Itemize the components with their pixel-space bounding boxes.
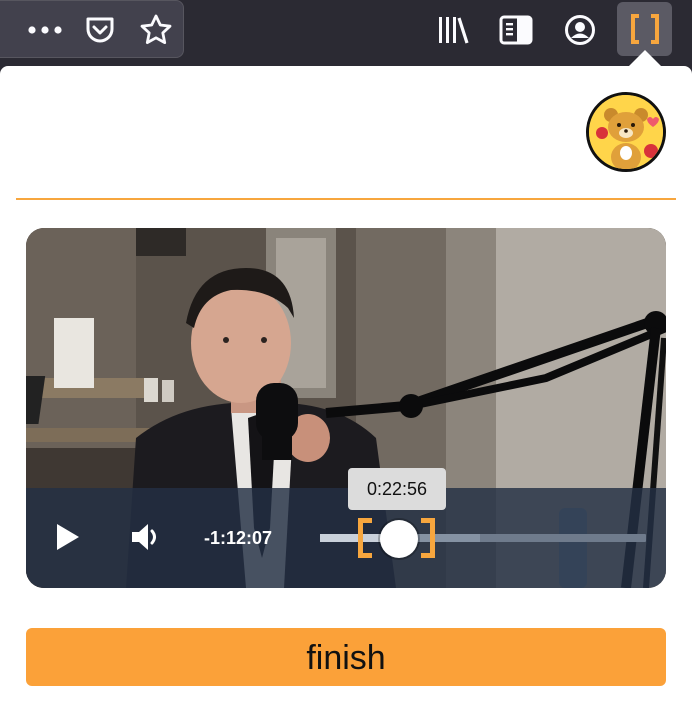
extension-bracket-button[interactable] <box>617 2 672 56</box>
bear-character-avatar[interactable] <box>586 92 666 172</box>
seek-time-tooltip: 0:22:56 <box>348 468 446 510</box>
video-player[interactable]: -1:12:07 0:22:56 <box>26 228 666 588</box>
divider <box>16 198 676 200</box>
panel-arrow <box>629 50 661 66</box>
play-icon[interactable] <box>52 520 84 554</box>
pocket-icon[interactable] <box>83 14 117 46</box>
clip-end-bracket[interactable] <box>421 518 435 558</box>
extension-bracket-icon <box>630 14 659 44</box>
library-icon[interactable] <box>436 14 470 46</box>
seek-thumb[interactable] <box>380 520 418 558</box>
finish-button[interactable]: finish <box>26 628 666 686</box>
clip-start-bracket[interactable] <box>358 518 372 558</box>
browser-toolbar <box>0 0 692 64</box>
time-remaining: -1:12:07 <box>204 528 273 548</box>
sidebar-icon[interactable] <box>498 14 534 46</box>
more-icon[interactable] <box>25 19 65 41</box>
account-icon[interactable] <box>563 13 597 47</box>
urlbar-actions <box>0 0 184 58</box>
bookmark-star-icon[interactable] <box>139 13 173 47</box>
extension-popup: -1:12:07 0:22:56 finish <box>0 66 692 712</box>
volume-icon[interactable] <box>126 520 166 554</box>
